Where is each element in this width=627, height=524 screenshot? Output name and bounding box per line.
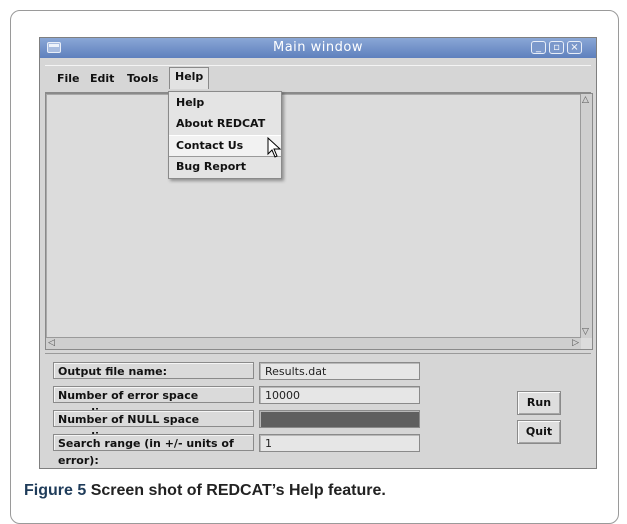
figure-caption: Figure 5 Screen shot of REDCAT’s Help fe… bbox=[24, 482, 386, 500]
help-menu-item-help[interactable]: Help bbox=[169, 93, 281, 113]
title-bar[interactable]: Main window _ ▫ × bbox=[40, 38, 596, 58]
error-samplings-field[interactable]: 10000 bbox=[259, 386, 420, 404]
scroll-left-icon[interactable]: ◁ bbox=[48, 338, 55, 348]
menu-help[interactable]: Help bbox=[169, 67, 210, 89]
scroll-right-icon[interactable]: ▷ bbox=[572, 338, 579, 348]
minimize-button[interactable]: _ bbox=[531, 41, 546, 54]
output-file-label: Output file name: bbox=[53, 362, 254, 379]
figure-caption-text: Screen shot of REDCAT’s Help feature. bbox=[90, 482, 386, 499]
menu-bar: File Edit Tools Help bbox=[45, 65, 591, 93]
close-button[interactable]: × bbox=[567, 41, 582, 54]
window-title: Main window bbox=[273, 40, 363, 55]
search-range-field[interactable]: 1 bbox=[259, 434, 420, 452]
output-file-field[interactable]: Results.dat bbox=[259, 362, 420, 380]
menu-edit[interactable]: Edit bbox=[86, 70, 118, 87]
null-sampling-field[interactable] bbox=[259, 410, 420, 428]
quit-button[interactable]: Quit bbox=[517, 420, 561, 444]
help-menu-item-bug-report[interactable]: Bug Report bbox=[169, 157, 281, 177]
parameters-panel: Output file name: Results.dat Number of … bbox=[45, 353, 591, 467]
search-range-label: Search range (in +/- units of error): bbox=[53, 434, 254, 467]
main-window: Main window _ ▫ × File Edit Tools Help △… bbox=[39, 37, 597, 469]
maximize-button[interactable]: ▫ bbox=[549, 41, 564, 54]
scroll-down-icon[interactable]: ▽ bbox=[582, 327, 589, 337]
run-button[interactable]: Run bbox=[517, 391, 561, 415]
menu-file[interactable]: File bbox=[53, 70, 84, 87]
horizontal-scrollbar[interactable]: ◁ ▷ bbox=[46, 337, 581, 349]
vertical-scrollbar[interactable]: △ ▽ bbox=[580, 94, 592, 338]
error-samplings-label: Number of error space samplings: bbox=[53, 386, 254, 419]
output-text-area[interactable]: △ ▽ ◁ ▷ bbox=[45, 93, 593, 350]
scroll-up-icon[interactable]: △ bbox=[582, 95, 589, 105]
menu-tools[interactable]: Tools bbox=[123, 70, 162, 87]
help-menu-item-about[interactable]: About REDCAT bbox=[169, 114, 281, 134]
help-menu-item-contact[interactable]: Contact Us bbox=[169, 135, 281, 157]
help-dropdown-menu: Help About REDCAT Contact Us Bug Report bbox=[168, 91, 282, 179]
mouse-pointer-icon bbox=[267, 137, 282, 158]
null-sampling-label: Number of NULL space sampling: bbox=[53, 410, 254, 443]
figure-number: Figure 5 bbox=[24, 482, 87, 499]
